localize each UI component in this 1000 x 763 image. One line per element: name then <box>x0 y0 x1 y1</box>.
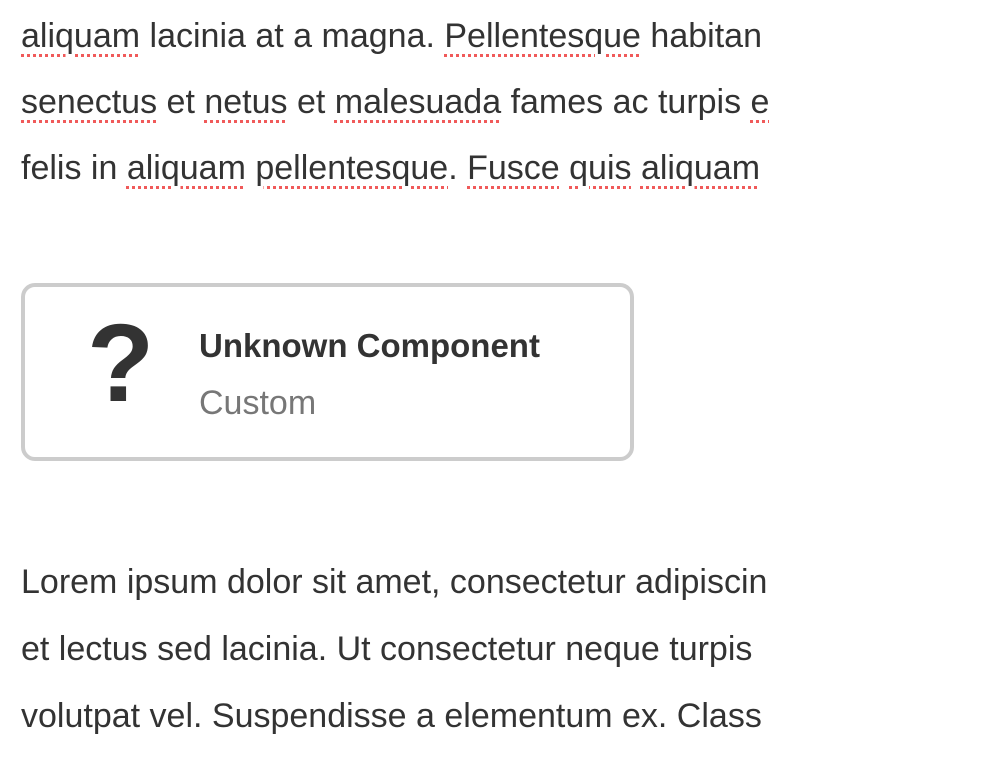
paragraph-line[interactable]: aliquam lacinia at a magna. Pellentesque… <box>21 14 1000 58</box>
misspelled-word[interactable]: quis <box>569 149 631 187</box>
misspelled-word[interactable]: Fusce <box>467 149 560 187</box>
misspelled-word[interactable]: senectus <box>21 83 157 121</box>
misspelled-word[interactable]: aliquam <box>21 17 140 55</box>
unknown-component-card[interactable]: ? Unknown Component Custom <box>21 283 634 461</box>
component-subtitle: Custom <box>199 384 317 422</box>
text-segment: lacinia at a magna. <box>140 17 445 55</box>
component-title: Unknown Component <box>199 327 540 364</box>
paragraph-line[interactable]: senectus et netus et malesuada fames ac … <box>21 80 1000 124</box>
text-segment: et <box>287 83 335 121</box>
misspelled-word[interactable]: aliquam <box>641 149 760 187</box>
misspelled-word[interactable]: netus <box>204 83 287 121</box>
misspelled-word[interactable]: pellentesque <box>255 149 448 187</box>
text-segment <box>632 149 641 187</box>
paragraph-line[interactable]: volutpat vel. Suspendisse a elementum ex… <box>21 694 1000 738</box>
misspelled-word[interactable]: malesuada <box>335 83 501 121</box>
misspelled-word[interactable]: aliquam <box>127 149 246 187</box>
text-segment: et <box>157 83 205 121</box>
question-mark-icon: ? <box>87 302 155 425</box>
text-segment <box>560 149 569 187</box>
text-segment: . <box>448 149 468 187</box>
text-segment: felis in <box>21 149 127 187</box>
text-segment: fames ac turpis <box>501 83 751 121</box>
paragraph-line[interactable]: felis in aliquam pellentesque. Fusce qui… <box>21 146 1000 190</box>
misspelled-word[interactable]: e <box>751 83 770 121</box>
text-segment <box>246 149 255 187</box>
misspelled-word[interactable]: Pellentesque <box>444 17 641 55</box>
text-segment: habitan <box>640 17 762 55</box>
paragraph-line[interactable]: Lorem ipsum dolor sit amet, consectetur … <box>21 560 1000 604</box>
paragraph-line[interactable]: et lectus sed lacinia. Ut consectetur ne… <box>21 627 1000 671</box>
